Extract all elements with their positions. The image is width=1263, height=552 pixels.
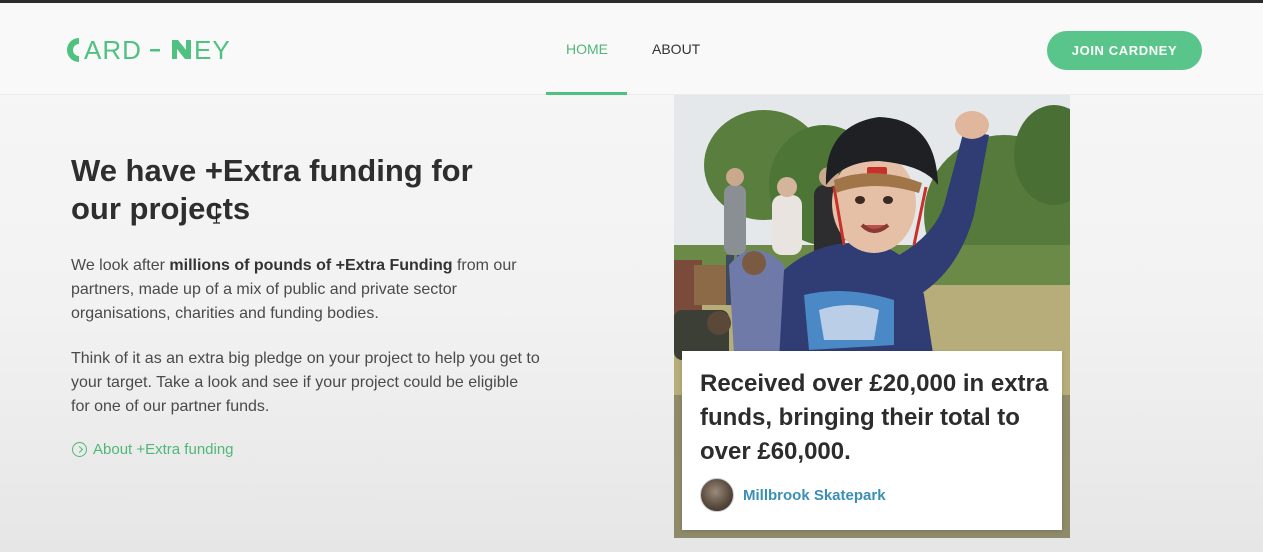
hero-title: We have +Extra funding for our projects <box>71 153 473 226</box>
para1-text-start: We look after <box>71 257 170 274</box>
nav-active-indicator <box>546 92 627 95</box>
project-name-link[interactable]: Millbrook Skatepark <box>743 487 886 504</box>
svg-text:ARD: ARD <box>84 36 142 64</box>
hero-paragraph-1: We look after millions of pounds of +Ext… <box>71 254 541 326</box>
join-button[interactable]: JOIN CARDNEY <box>1047 31 1202 70</box>
project-avatar <box>700 478 734 512</box>
site-header: ARD EY HOME ABOUT JOIN CARDNEY <box>0 3 1263 95</box>
circle-arrow-right-icon <box>72 442 87 457</box>
nav-about-link[interactable]: ABOUT <box>652 41 700 57</box>
case-study-card[interactable]: Received over £20,000 in extra funds, br… <box>682 351 1062 530</box>
about-extra-funding-label: About +Extra funding <box>93 441 234 458</box>
case-study-quote: Received over £20,000 in extra funds, br… <box>700 370 1049 465</box>
text-cursor-icon <box>213 204 220 224</box>
site-logo[interactable]: ARD EY <box>62 36 238 64</box>
para1-emphasis: millions of pounds of +Extra Funding <box>169 257 453 274</box>
about-extra-funding-link[interactable]: About +Extra funding <box>72 441 234 458</box>
hero-paragraph-2: Think of it as an extra big pledge on yo… <box>71 350 540 415</box>
logo-wordmark: ARD EY <box>67 36 231 64</box>
nav-home-link[interactable]: HOME <box>566 41 608 57</box>
svg-text:EY: EY <box>194 36 231 64</box>
